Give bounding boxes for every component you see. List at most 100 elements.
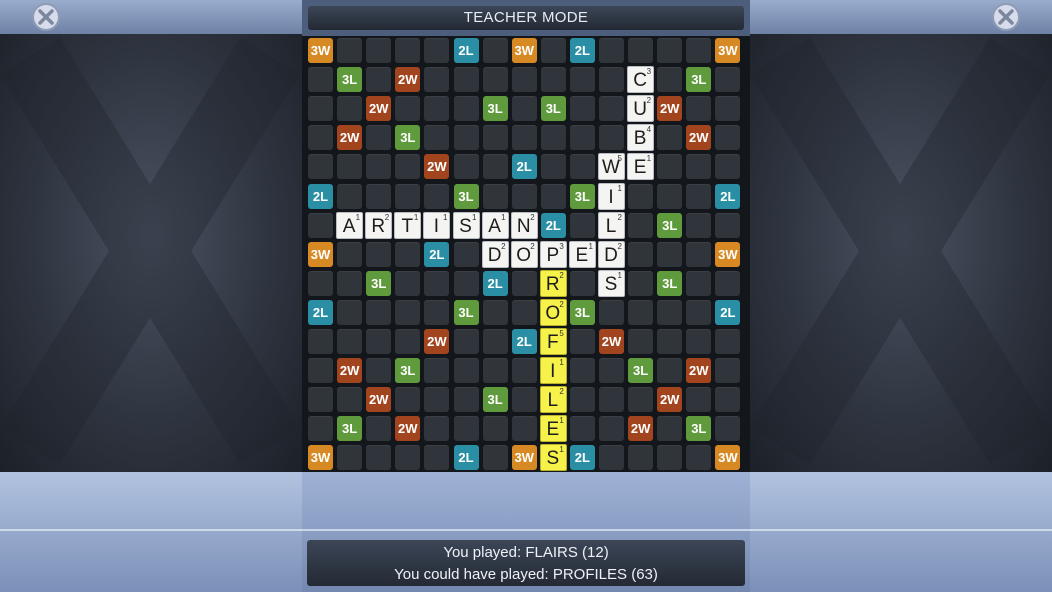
bonus-square-2l[interactable]: 2L — [511, 154, 537, 180]
bonus-square-2w[interactable]: 2W — [686, 358, 712, 384]
bonus-square-3l[interactable]: 3L — [453, 299, 479, 325]
bonus-square-2w[interactable]: 2W — [657, 96, 683, 122]
board-cell[interactable] — [366, 241, 392, 267]
board-cell[interactable] — [308, 212, 333, 238]
bonus-square-3l[interactable]: 3L — [337, 67, 363, 93]
board-cell[interactable] — [395, 270, 421, 296]
board-cell[interactable] — [308, 387, 333, 413]
board-cell[interactable] — [337, 387, 363, 413]
board-cell[interactable] — [569, 96, 595, 122]
board-cell[interactable] — [715, 96, 741, 122]
bonus-square-3l[interactable]: 3L — [569, 299, 595, 325]
board-cell[interactable] — [628, 329, 654, 354]
board-cell[interactable] — [453, 154, 479, 180]
bonus-square-2l[interactable]: 2L — [424, 241, 450, 267]
board-cell[interactable] — [628, 241, 654, 267]
bonus-square-3l[interactable]: 3L — [569, 183, 595, 209]
board-cell[interactable] — [686, 270, 712, 296]
board-cell[interactable] — [657, 445, 683, 471]
board-cell[interactable] — [715, 416, 741, 442]
board-cell[interactable] — [599, 38, 624, 63]
board-cell[interactable] — [482, 38, 508, 63]
board-cell[interactable] — [686, 154, 712, 180]
board-cell[interactable] — [540, 183, 566, 209]
board-cell[interactable] — [395, 38, 421, 63]
bonus-square-3w[interactable]: 3W — [511, 38, 537, 63]
board-cell[interactable] — [395, 183, 421, 209]
board-cell[interactable] — [453, 270, 479, 296]
board-cell[interactable] — [628, 270, 654, 296]
game-board[interactable]: 3W 2L 3W 2L 3W 3L 2W 3L 2W 3L 3L 2W 2W 3L 2W 2W 2L 2L 3L 3L… — [306, 36, 746, 472]
board-cell[interactable] — [686, 183, 712, 209]
bonus-square-2w[interactable]: 2W — [424, 329, 450, 354]
board-cell[interactable] — [511, 183, 537, 209]
board-cell[interactable] — [657, 38, 683, 63]
board-cell[interactable] — [540, 125, 566, 151]
board-cell[interactable] — [308, 67, 333, 93]
board-cell[interactable] — [569, 125, 595, 151]
board-cell[interactable] — [453, 125, 479, 151]
board-cell[interactable] — [599, 96, 624, 122]
board-cell[interactable] — [599, 416, 624, 442]
bonus-square-3l[interactable]: 3L — [686, 416, 712, 442]
board-cell[interactable] — [453, 387, 479, 413]
board-cell[interactable] — [308, 125, 333, 151]
board-cell[interactable] — [395, 329, 421, 354]
board-cell[interactable] — [453, 358, 479, 384]
bonus-square-3w[interactable]: 3W — [308, 445, 333, 471]
board-cell[interactable] — [395, 154, 421, 180]
board-cell[interactable] — [453, 96, 479, 122]
board-cell[interactable] — [308, 96, 333, 122]
board-cell[interactable] — [337, 329, 363, 354]
board-cell[interactable] — [366, 154, 392, 180]
board-cell[interactable] — [569, 67, 595, 93]
board-cell[interactable] — [628, 445, 654, 471]
bonus-square-3w[interactable]: 3W — [308, 241, 333, 267]
bonus-square-2w[interactable]: 2W — [686, 125, 712, 151]
board-cell[interactable] — [337, 241, 363, 267]
board-cell[interactable] — [686, 38, 712, 63]
board-cell[interactable] — [482, 358, 508, 384]
bonus-square-2l[interactable]: 2L — [540, 212, 566, 238]
bonus-square-2l[interactable]: 2L — [715, 183, 741, 209]
board-cell[interactable] — [424, 125, 450, 151]
board-cell[interactable] — [366, 445, 392, 471]
bonus-square-2w[interactable]: 2W — [366, 387, 392, 413]
bonus-square-2w[interactable]: 2W — [395, 67, 421, 93]
bonus-square-2w[interactable]: 2W — [366, 96, 392, 122]
board-cell[interactable] — [511, 67, 537, 93]
board-cell[interactable] — [308, 329, 333, 354]
board-cell[interactable] — [366, 67, 392, 93]
board-cell[interactable] — [395, 387, 421, 413]
board-cell[interactable] — [540, 38, 566, 63]
bonus-square-2l[interactable]: 2L — [308, 183, 333, 209]
board-cell[interactable] — [337, 445, 363, 471]
board-cell[interactable] — [511, 299, 537, 325]
board-cell[interactable] — [599, 67, 624, 93]
bonus-square-2l[interactable]: 2L — [453, 445, 479, 471]
bonus-square-3w[interactable]: 3W — [715, 241, 741, 267]
board-cell[interactable] — [657, 329, 683, 354]
board-cell[interactable] — [337, 299, 363, 325]
board-cell[interactable] — [337, 270, 363, 296]
board-cell[interactable] — [395, 96, 421, 122]
board-cell[interactable] — [628, 183, 654, 209]
bonus-square-2w[interactable]: 2W — [337, 358, 363, 384]
board-cell[interactable] — [569, 270, 595, 296]
board-cell[interactable] — [511, 96, 537, 122]
board-cell[interactable] — [628, 387, 654, 413]
board-cell[interactable] — [715, 67, 741, 93]
board-cell[interactable] — [366, 329, 392, 354]
board-cell[interactable] — [424, 67, 450, 93]
bonus-square-3l[interactable]: 3L — [482, 96, 508, 122]
board-cell[interactable] — [482, 445, 508, 471]
board-cell[interactable] — [366, 358, 392, 384]
bonus-square-2w[interactable]: 2W — [628, 416, 654, 442]
board-cell[interactable] — [628, 212, 654, 238]
board-cell[interactable] — [424, 416, 450, 442]
board-cell[interactable] — [657, 299, 683, 325]
bonus-square-3l[interactable]: 3L — [366, 270, 392, 296]
board-cell[interactable] — [628, 38, 654, 63]
board-cell[interactable] — [657, 241, 683, 267]
close-button-right[interactable] — [992, 3, 1020, 31]
